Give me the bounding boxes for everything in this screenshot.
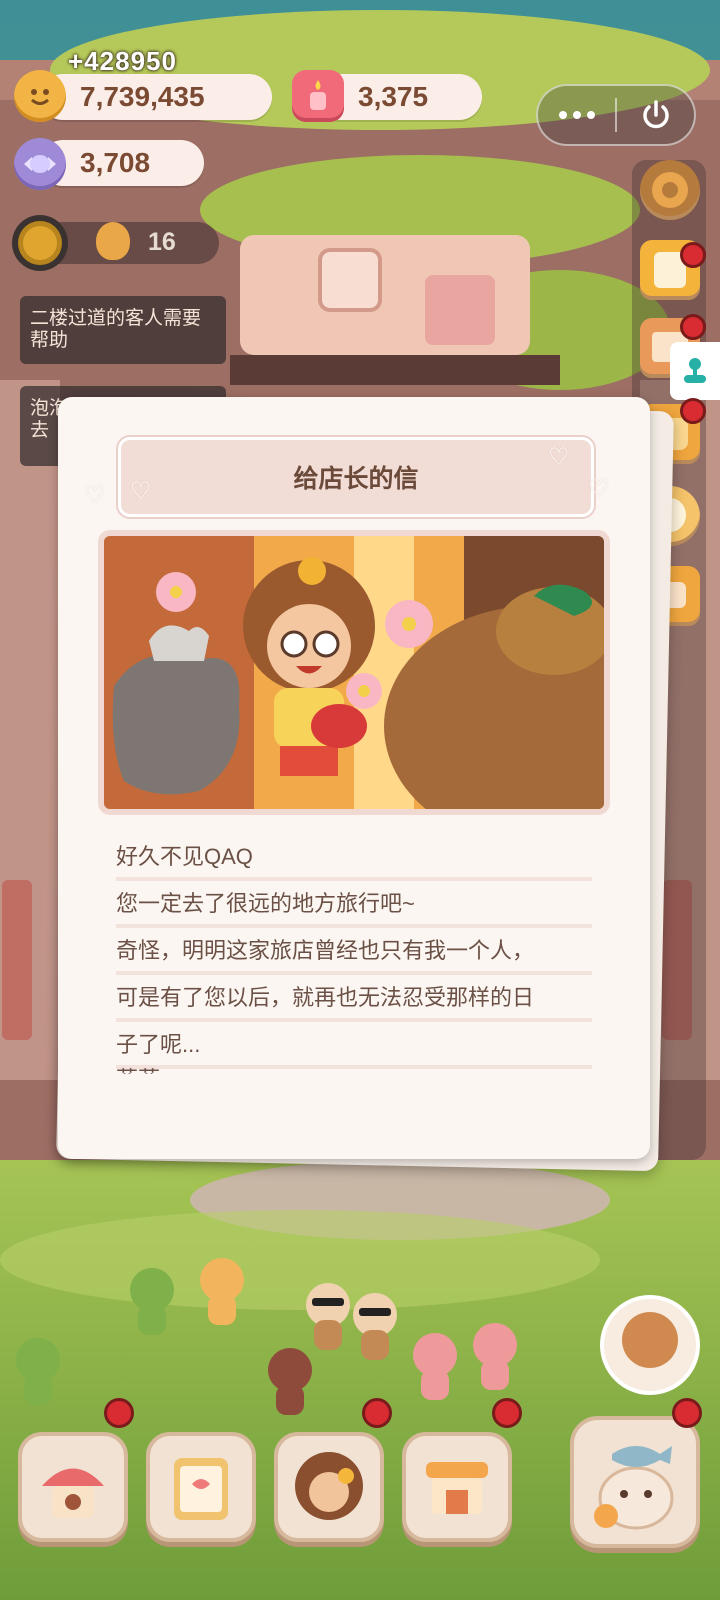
notification-dot: [362, 1398, 392, 1428]
dialog-title-banner: 给店长的信: [118, 437, 594, 517]
fishing-pet-icon: [594, 1446, 674, 1530]
store-stall-button[interactable]: [402, 1432, 512, 1542]
more-dots-icon: [558, 111, 595, 119]
build-house-icon: [42, 1468, 104, 1518]
notification-toast[interactable]: 二楼过道的客人需要帮助: [20, 296, 226, 364]
heart-decoration-icon: ♡: [588, 476, 610, 503]
illustration-artwork: [104, 536, 604, 809]
settings-gear-button[interactable]: [640, 160, 700, 220]
coin-counter[interactable]: 7,739,435: [40, 74, 272, 120]
power-icon: [642, 100, 669, 129]
gem-amount: 3,375: [358, 81, 429, 112]
candy-icon: [14, 138, 66, 190]
sun-badge-icon: [12, 215, 68, 271]
notification-dot: [492, 1398, 522, 1428]
joystick-icon: [684, 358, 706, 383]
letter-dialog: 给店长的信 ♡ ♡ ♡ ♡ 好久不见QAQ 您一定去了很远的地方旅行吧~ 奇怪，…: [58, 397, 650, 1159]
build-house-button[interactable]: [18, 1432, 128, 1542]
settings-gear-icon: [652, 172, 688, 208]
letter-illustration: [98, 530, 610, 815]
visitor-count: 16: [148, 228, 176, 256]
candy-amount: 3,708: [80, 147, 151, 178]
system-buttons: [536, 84, 696, 146]
notification-text: 二楼过道的客人需要帮助: [30, 308, 202, 351]
heart-decoration-icon: ♡: [130, 478, 152, 505]
letter-line: 可是有了您以后，就再也无法忍受那样的日: [116, 978, 592, 1022]
letter-line: 您一定去了很远的地方旅行吧~: [116, 884, 592, 928]
heart-decoration-icon: ♡: [84, 482, 106, 509]
dialog-title: 给店长的信: [293, 465, 419, 493]
more-menu-button[interactable]: [538, 86, 615, 144]
notification-dot: [680, 314, 706, 340]
character-avatar-button[interactable]: [274, 1432, 384, 1542]
visitor-face-icon: [96, 222, 130, 260]
notebook-icon: [174, 1458, 228, 1520]
candle-gem-icon: [292, 70, 344, 122]
cookie-coin-icon: [14, 70, 66, 122]
floating-action-button[interactable]: [670, 342, 720, 400]
character-avatar-icon: [295, 1452, 363, 1520]
letter-line: 好久不见QAQ: [116, 837, 592, 881]
notification-dot: [680, 242, 706, 268]
fishing-pet-button[interactable]: [570, 1416, 700, 1548]
letter-line: 奇怪，明明这家旅店曾经也只有我一个人，: [116, 931, 592, 975]
letter-signature: 菲菲: [116, 1062, 160, 1074]
floating-gain-text: +428950: [68, 46, 177, 76]
notification-dot: [680, 398, 706, 424]
heart-decoration-icon: ♡: [548, 444, 570, 471]
notification-dot: [672, 1398, 702, 1428]
power-button[interactable]: [617, 86, 694, 144]
notebook-button[interactable]: [146, 1432, 256, 1542]
coin-amount: 7,739,435: [80, 81, 205, 112]
notification-dot: [104, 1398, 134, 1428]
store-stall-icon: [426, 1462, 488, 1514]
letter-line: 子了呢...: [116, 1025, 592, 1069]
letter-body: 好久不见QAQ 您一定去了很远的地方旅行吧~ 奇怪，明明这家旅店曾经也只有我一个…: [116, 837, 592, 1072]
